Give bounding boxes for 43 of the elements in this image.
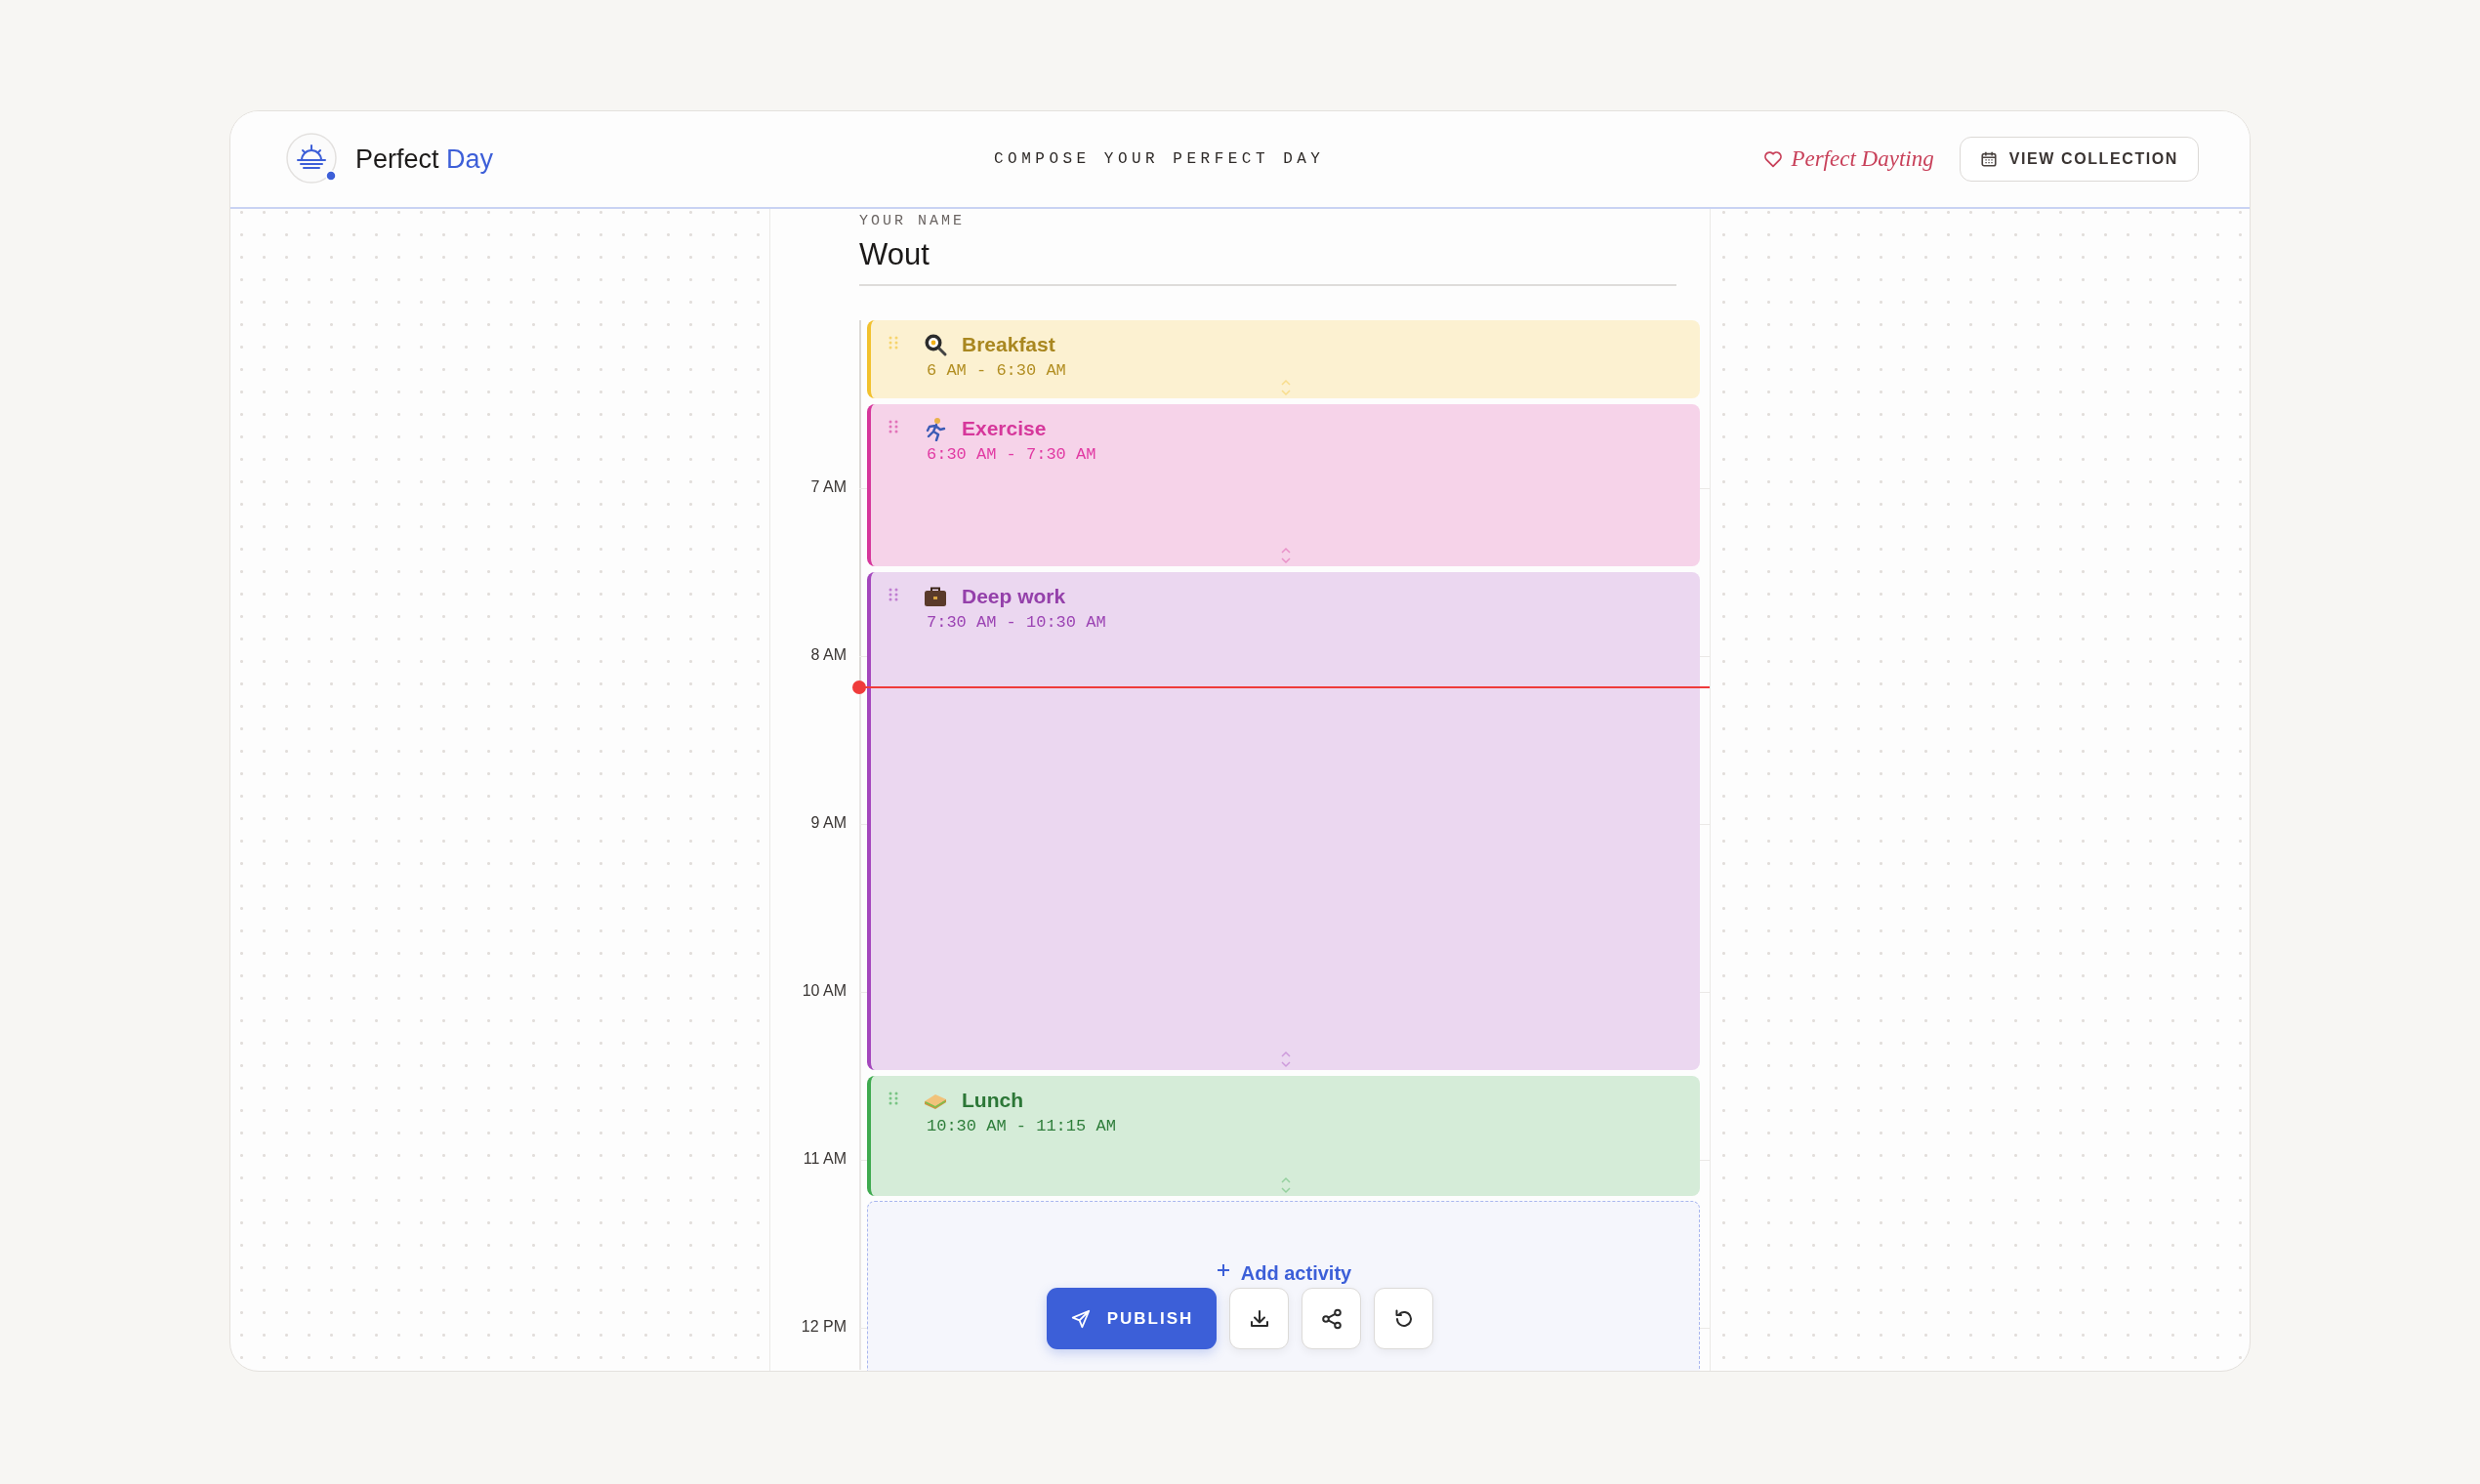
activity-time: 6 AM - 6:30 AM (926, 361, 1066, 380)
activity-time: 10:30 AM - 11:15 AM (926, 1117, 1116, 1135)
publish-button[interactable]: PUBLISH (1046, 1288, 1218, 1349)
share-icon (1319, 1306, 1343, 1331)
calendar-icon (1979, 150, 1998, 168)
heart-icon (1763, 150, 1784, 168)
activity-title: Exercise (962, 417, 1047, 440)
name-label: YOUR NAME (859, 213, 966, 229)
drag-handle-icon[interactable] (889, 420, 898, 435)
tagline: COMPOSE YOUR PERFECT DAY (994, 150, 1325, 168)
activity-title: Deep work (962, 585, 1066, 608)
send-icon (1069, 1307, 1092, 1330)
reset-button[interactable] (1374, 1288, 1434, 1349)
name-field[interactable]: Wout (859, 229, 1676, 284)
frying-pan-icon (923, 332, 948, 357)
perfect-dayting-link[interactable]: Perfect Dayting (1763, 146, 1934, 172)
drag-handle-icon[interactable] (889, 588, 898, 603)
add-activity-link[interactable]: Add activity (1215, 1262, 1352, 1286)
hour-label: 11 AM (803, 1150, 847, 1168)
activity-time: 7:30 AM - 10:30 AM (926, 613, 1106, 632)
activity-block[interactable]: Deep work 7:30 AM - 10:30 AM (867, 572, 1700, 1070)
hour-label: 7 AM (810, 478, 847, 496)
plus-icon (1215, 1262, 1231, 1278)
activity-title: Breakfast (962, 333, 1055, 356)
resize-handle-icon[interactable] (1279, 1051, 1292, 1068)
brand-name: Perfect Day (355, 144, 494, 175)
activity-block[interactable]: Breakfast 6 AM - 6:30 AM (867, 320, 1700, 398)
drag-handle-icon[interactable] (889, 1092, 898, 1107)
activity-title: Lunch (962, 1089, 1023, 1112)
drag-handle-icon[interactable] (889, 336, 898, 351)
resize-handle-icon[interactable] (1279, 547, 1292, 564)
hour-label: 10 AM (802, 982, 847, 1000)
activity-block[interactable]: Exercise 6:30 AM - 7:30 AM (867, 404, 1700, 566)
activity-time: 6:30 AM - 7:30 AM (926, 445, 1096, 464)
share-button[interactable] (1302, 1288, 1362, 1349)
hour-label: 12 PM (801, 1318, 847, 1336)
activity-block[interactable]: Lunch 10:30 AM - 11:15 AM (867, 1076, 1700, 1196)
view-collection-button[interactable]: VIEW COLLECTION (1959, 137, 2199, 182)
resize-handle-icon[interactable] (1279, 1176, 1292, 1194)
hour-label: 8 AM (810, 646, 847, 664)
download-button[interactable] (1229, 1288, 1290, 1349)
hour-label: 9 AM (810, 814, 847, 832)
sunrise-logo-icon (285, 132, 340, 186)
